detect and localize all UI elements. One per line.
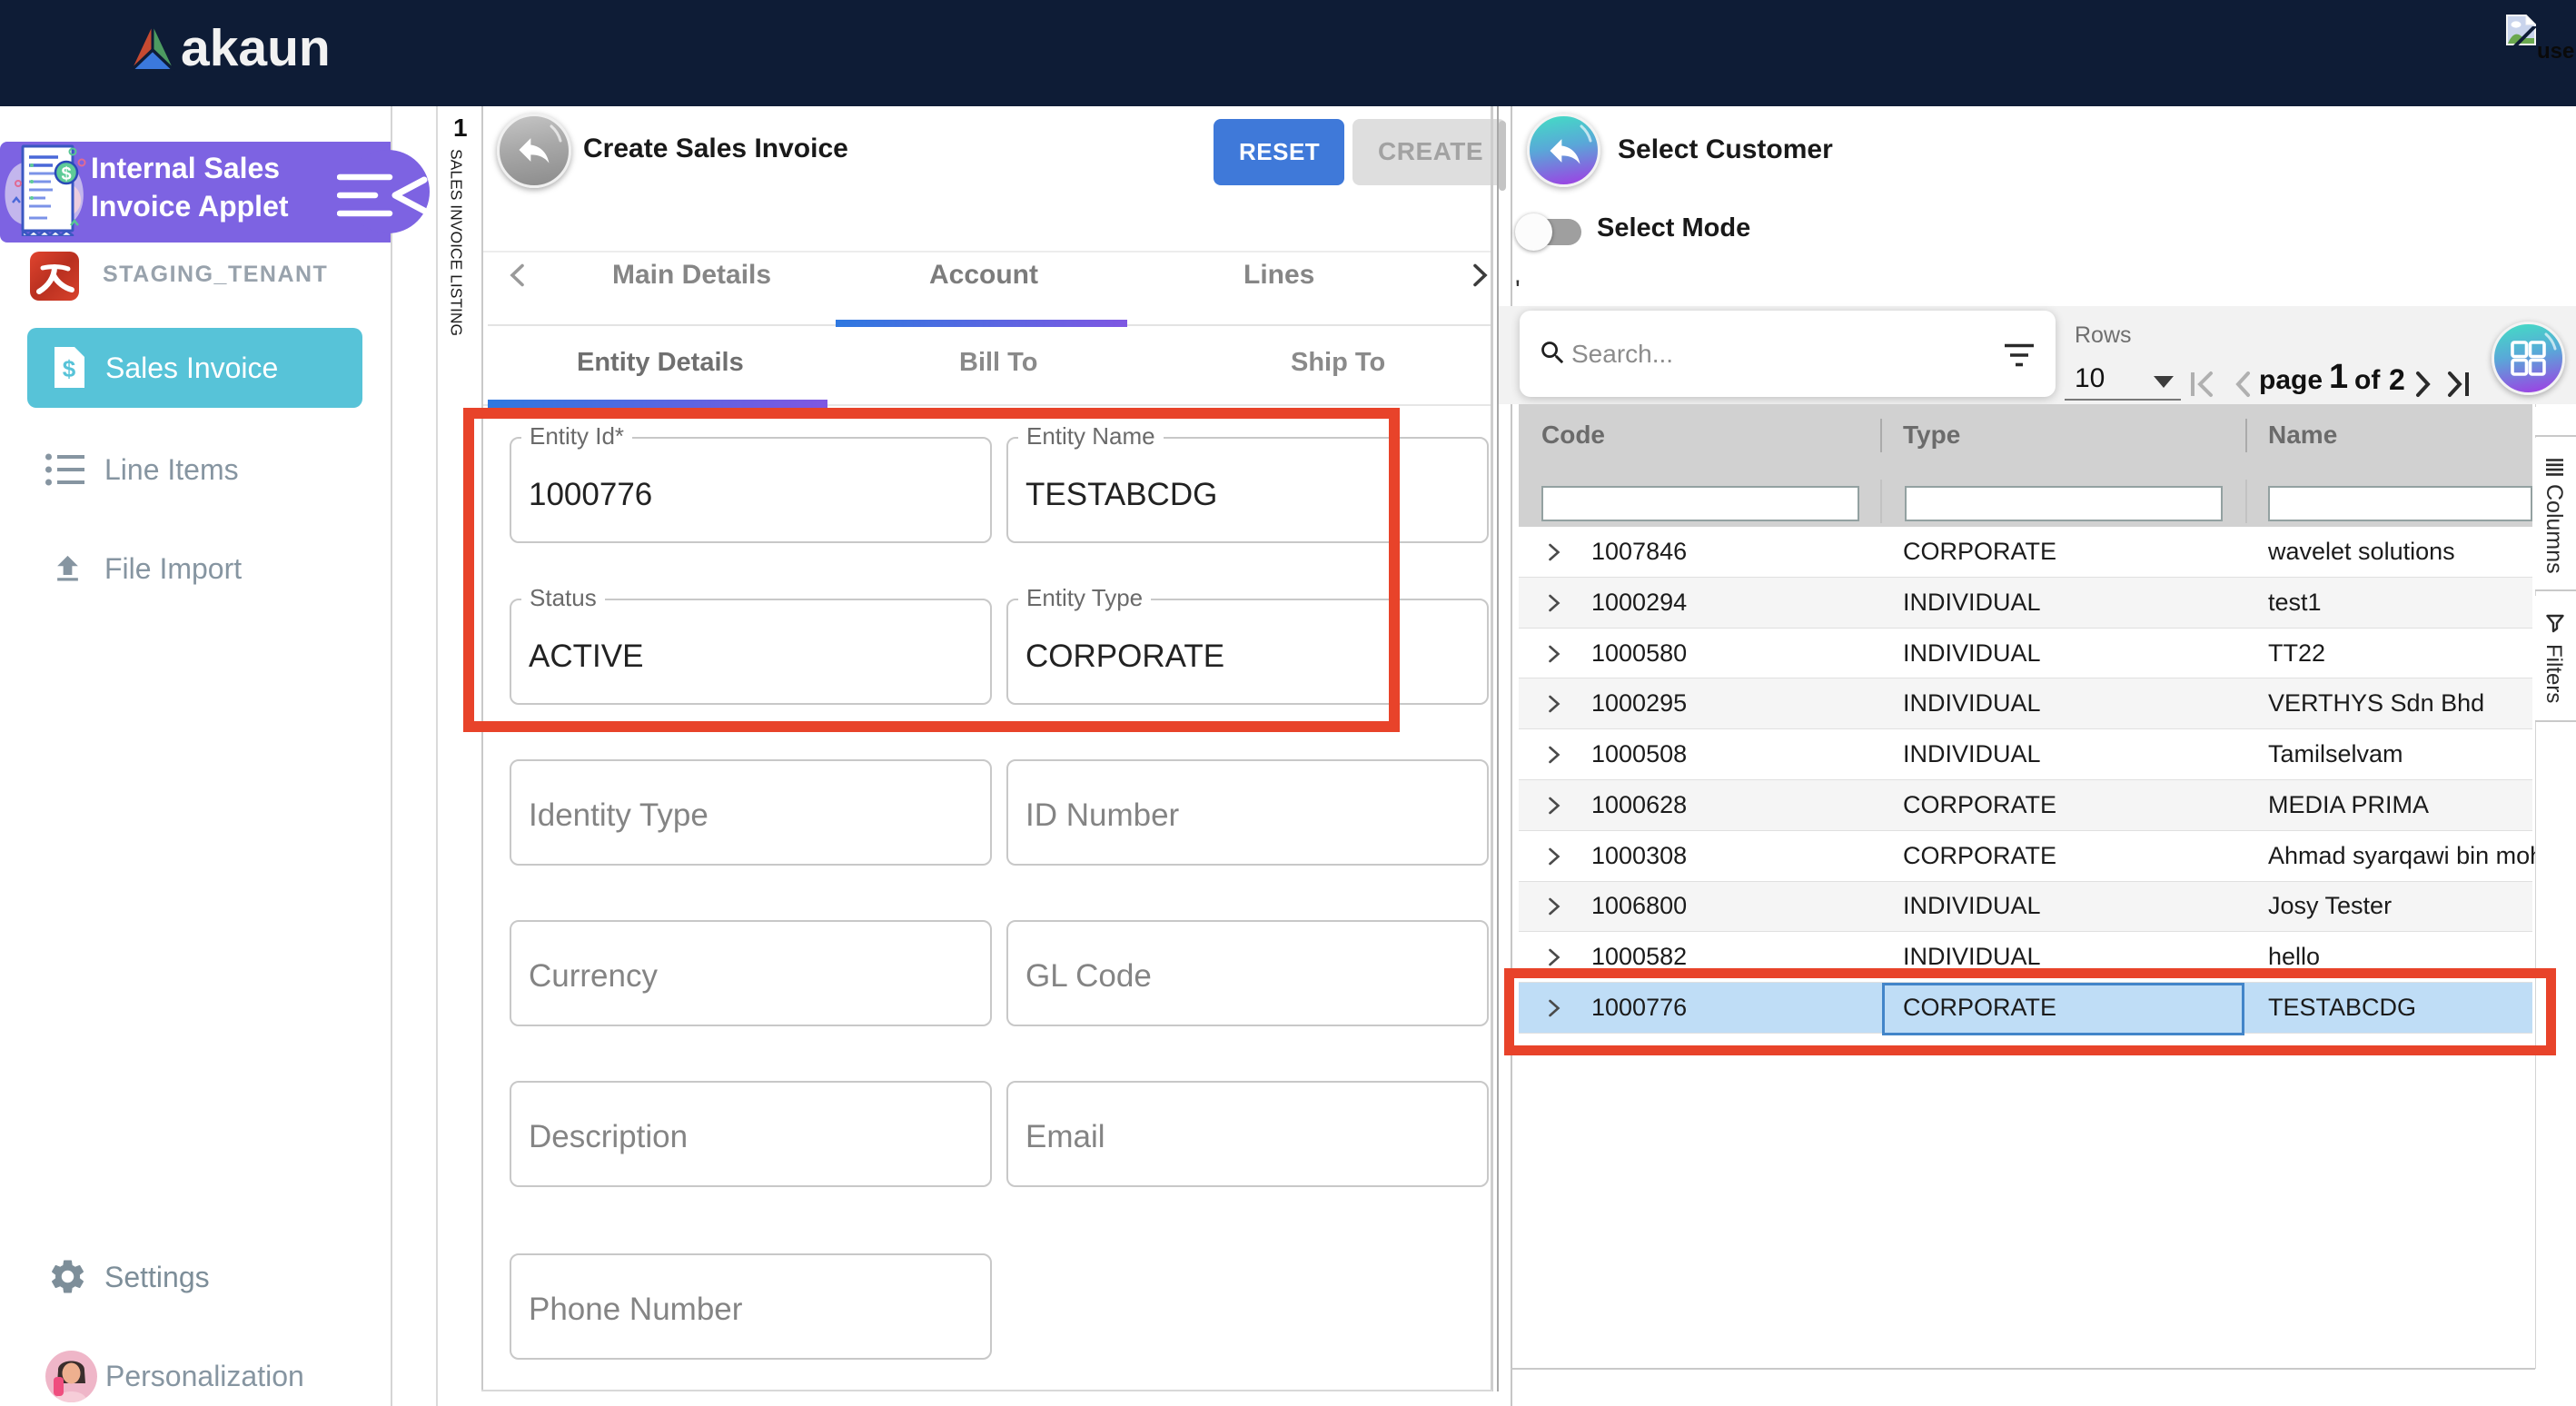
svg-text:$: $ (63, 355, 76, 382)
svg-text:$: $ (61, 164, 71, 184)
